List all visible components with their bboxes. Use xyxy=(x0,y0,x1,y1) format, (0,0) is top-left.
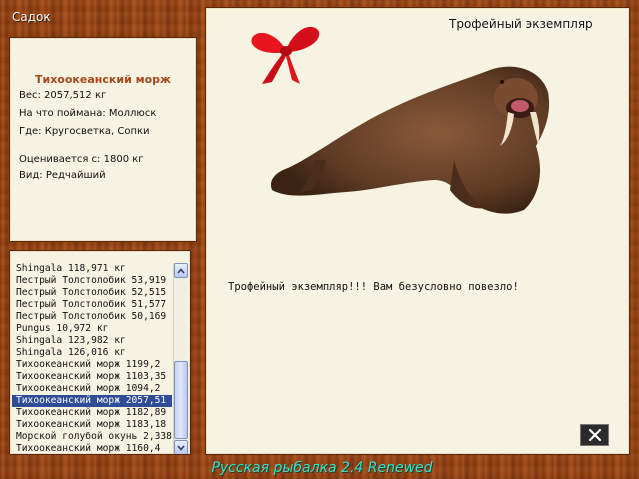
catch-list-item[interactable]: Морской голубой окунь 2,338 xyxy=(12,431,172,443)
catch-list-panel: Shingala 118,971 кг Пестрый Толстолобик 5… xyxy=(9,250,191,455)
catch-list-item[interactable]: Тихоокеанский морж 1094,2 xyxy=(12,383,172,395)
catch-list-item[interactable]: Пестрый Толстолобик 50,169 xyxy=(12,311,172,323)
catch-list-item[interactable]: Shingala 123,982 кг xyxy=(12,335,172,347)
catch-list-item[interactable]: Тихоокеанский морж 2057,51 xyxy=(12,395,172,407)
fish-bait: На что поймана: Моллюск xyxy=(19,108,157,119)
catch-list-item[interactable]: Пестрый Толстолобик 51,577 xyxy=(12,299,172,311)
catch-list-item[interactable]: Pungus 10,972 кг xyxy=(12,323,172,335)
catch-list-item[interactable]: Тихоокеанский морж 1160,4 xyxy=(12,443,172,454)
scroll-down-button[interactable] xyxy=(174,440,188,454)
catch-list-item[interactable]: Пестрый Толстолобик 53,919 xyxy=(12,275,172,287)
catch-list-item[interactable]: Тихоокеанский морж 1183,18 xyxy=(12,419,172,431)
catch-list-item[interactable]: Пестрый Толстолобик 52,515 xyxy=(12,287,172,299)
fish-kind: Вид: Редчайший xyxy=(19,170,106,181)
footer-version: Русская рыбалка 2.4 Renewed xyxy=(211,460,433,476)
scroll-up-button[interactable] xyxy=(174,263,188,278)
catch-list-scrollbar[interactable] xyxy=(173,263,188,454)
trophy-label: Трофейный экземпляр xyxy=(449,17,593,31)
close-button[interactable] xyxy=(580,424,609,446)
catch-list-item[interactable]: Тихоокеанский морж 1103,35 xyxy=(12,371,172,383)
trophy-panel: Трофейный экземпляр Трофейный экземпляр!… xyxy=(205,7,630,455)
close-icon xyxy=(588,428,601,442)
trophy-message: Трофейный экземпляр!!! Вам безусловно по… xyxy=(228,281,519,293)
fish-name: Тихоокеанский морж xyxy=(35,73,171,86)
window-title: Садок xyxy=(12,10,51,24)
fish-weight: Вес: 2057,512 кг xyxy=(19,90,107,101)
catch-list-item[interactable]: Тихоокеанский морж 1199,2 xyxy=(12,359,172,371)
catch-list-item[interactable]: Shingala 118,971 кг xyxy=(12,263,172,275)
chevron-down-icon xyxy=(177,444,185,451)
scrollbar-thumb[interactable] xyxy=(174,361,188,439)
walrus-image xyxy=(270,66,550,214)
fish-location: Где: Кругосветка, Сопки xyxy=(19,126,150,137)
chevron-up-icon xyxy=(177,267,185,274)
catch-list-item[interactable]: Shingala 126,016 кг xyxy=(12,347,172,359)
catch-list: Shingala 118,971 кг Пестрый Толстолобик 5… xyxy=(12,263,172,454)
fish-valued-from: Оценивается с: 1800 кг xyxy=(19,154,144,165)
catch-list-item[interactable]: Тихоокеанский морж 1182,89 xyxy=(12,407,172,419)
fish-info-panel: Тихоокеанский морж Вес: 2057,512 кг На ч… xyxy=(9,37,197,242)
